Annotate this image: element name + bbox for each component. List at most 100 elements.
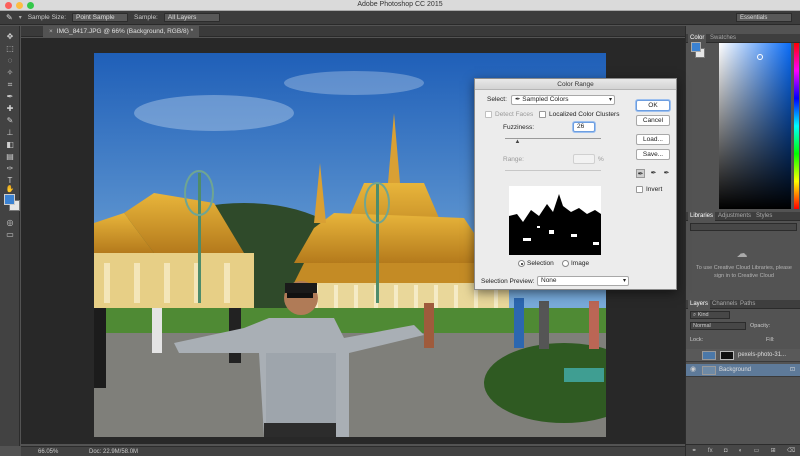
crop-tool-icon[interactable]: ⌗ [4,80,16,90]
library-select[interactable] [690,223,797,231]
right-panels: Color Swatches Libraries Adjustments Sty… [685,26,800,456]
library-sign-in-message: To use Creative Cloud Libraries, please … [696,265,792,279]
ok-button[interactable]: OK [636,100,670,111]
panel-foreground-swatch[interactable] [691,42,701,52]
status-bar: 66.05% Doc: 22.9M/58.0M [21,446,685,456]
layer-name[interactable]: Background [719,366,751,375]
fuzziness-slider-thumb[interactable]: ▲ [514,139,520,145]
tab-styles[interactable]: Styles [754,212,774,221]
select-value: Sampled Colors [522,96,569,103]
options-bar: ✎ ▾ Sample Size: Point Sample Sample: Al… [0,11,800,25]
hue-slider[interactable] [794,43,799,209]
close-tab-icon[interactable]: × [49,28,53,35]
select-dropdown[interactable]: ✒ Sampled Colors ▾ [511,95,615,105]
lasso-tool-icon[interactable]: ◌ [4,56,16,66]
color-picker-field[interactable] [719,43,791,209]
eraser-tool-icon[interactable]: ◧ [4,140,16,150]
chevron-down-icon: ▾ [622,278,626,284]
gradient-tool-icon[interactable]: ▤ [4,152,16,162]
brush-tool-icon[interactable]: ✎ [4,116,16,126]
layer-row[interactable]: ◉ Background ⊡ [686,364,800,377]
layer-row[interactable]: pexels-photo-31... [686,349,800,362]
preview-value: None [541,277,557,284]
fill-label: Fill: [766,337,775,343]
healing-brush-icon[interactable]: ✚ [4,104,16,114]
tab-channels[interactable]: Channels [710,300,739,309]
preview-dropdown[interactable]: None ▾ [537,276,629,286]
invert-checkbox[interactable] [636,186,643,193]
selection-radio-label: Selection [527,260,554,267]
range-slider-track[interactable] [505,170,601,171]
save-button[interactable]: Save... [636,149,670,160]
selection-preview-thumbnail [509,186,601,255]
type-tool-icon[interactable]: T [4,176,16,186]
tools-panel: ✥ ⬚ ◌ ✧ ⌗ ✒ ✚ ✎ ⊥ ◧ ▤ ✑ T ✋ ◎ ▭ [0,26,20,446]
filter-kind-label: Kind [697,312,709,318]
tab-swatches[interactable]: Swatches [708,34,738,43]
subtract-from-sample-icon[interactable]: ✒ [662,169,671,178]
eyedropper-tool-icon[interactable]: ✎ [6,13,13,22]
picker-cursor[interactable] [757,54,763,60]
chevron-down-icon: ▾ [608,97,612,103]
layer-mask-thumbnail[interactable] [720,351,734,360]
tab-libraries[interactable]: Libraries [688,212,716,221]
document-tab[interactable]: × IMG_8417.JPG @ 66% (Background, RGB/8) … [43,26,200,37]
fx-icon[interactable]: fx [708,445,713,456]
move-tool-icon[interactable]: ✥ [4,32,16,42]
layer-thumbnail [702,351,716,360]
document-size[interactable]: Doc: 22.9M/58.0M [89,447,138,456]
detect-faces-checkbox[interactable] [485,111,492,118]
workspace-switcher[interactable]: Essentials [736,13,792,22]
clone-stamp-icon[interactable]: ⊥ [4,128,16,138]
link-icon[interactable]: ⚭ [692,445,697,456]
sample-size-select[interactable]: Point Sample [72,13,129,22]
load-button[interactable]: Load... [636,134,670,145]
sample-size-label: Sample Size: [27,14,67,21]
adjustment-icon[interactable]: ◐ [739,445,743,456]
layer-name[interactable]: pexels-photo-31... [738,351,786,360]
tool-preset-chevron-icon[interactable]: ▾ [19,14,22,21]
layers-panel-header: Layers Channels Paths [686,300,800,309]
image-radio[interactable] [562,260,569,267]
title-bar: Adobe Photoshop CC 2015 [0,0,800,11]
quick-mask-icon[interactable]: ◎ [4,218,16,228]
tab-paths[interactable]: Paths [738,300,757,309]
hand-tool-icon[interactable]: ✋ [4,186,16,194]
cancel-button[interactable]: Cancel [636,115,670,126]
blend-mode-select[interactable]: Normal [690,322,746,330]
preview-label: Selection Preview: [481,278,535,285]
range-unit: % [598,156,604,163]
detect-faces-label: Detect Faces [495,111,534,118]
selection-radio[interactable] [518,260,525,267]
add-to-sample-icon[interactable]: ✒ [649,169,658,178]
eyedropper-icon[interactable]: ✒ [636,169,645,178]
fuzziness-input[interactable]: 26 [573,122,595,132]
photoshop-window: Adobe Photoshop CC 2015 ✎ ▾ Sample Size:… [0,0,800,456]
trash-icon[interactable]: ⌫ [787,445,795,456]
eyedropper-icon[interactable]: ✒ [4,92,16,102]
screen-mode-icon[interactable]: ▭ [4,230,16,240]
mask-icon[interactable]: ◘ [724,445,728,456]
app-title: Adobe Photoshop CC 2015 [357,1,443,8]
localized-clusters-checkbox[interactable] [539,111,546,118]
tab-adjustments[interactable]: Adjustments [716,212,753,221]
document-tab-bar: × IMG_8417.JPG @ 66% (Background, RGB/8) … [21,26,685,37]
color-range-dialog: Color Range Select: ✒ Sampled Colors ▾ D… [474,78,677,290]
new-layer-icon[interactable]: ⊞ [771,445,776,456]
visibility-eye-icon[interactable]: ◉ [690,366,698,374]
sample-select[interactable]: All Layers [163,13,220,22]
fuzziness-label: Fuzziness: [503,124,535,131]
marquee-tool-icon[interactable]: ⬚ [4,44,16,54]
folder-icon[interactable]: ▭ [754,445,760,456]
foreground-color-swatch[interactable] [4,194,15,205]
sample-label: Sample: [134,14,158,21]
layer-filter-kind[interactable]: ⌕ Kind [690,311,730,319]
visibility-eye-icon[interactable] [690,351,698,359]
zoom-level[interactable]: 66.05% [38,447,58,456]
document-tab-label: IMG_8417.JPG @ 66% (Background, RGB/8) * [56,28,194,35]
creative-cloud-icon: ☁ [736,248,748,260]
quick-selection-tool-icon[interactable]: ✧ [4,68,16,78]
range-input[interactable] [573,154,595,164]
pen-tool-icon[interactable]: ✑ [4,164,16,174]
tab-layers[interactable]: Layers [688,300,711,309]
